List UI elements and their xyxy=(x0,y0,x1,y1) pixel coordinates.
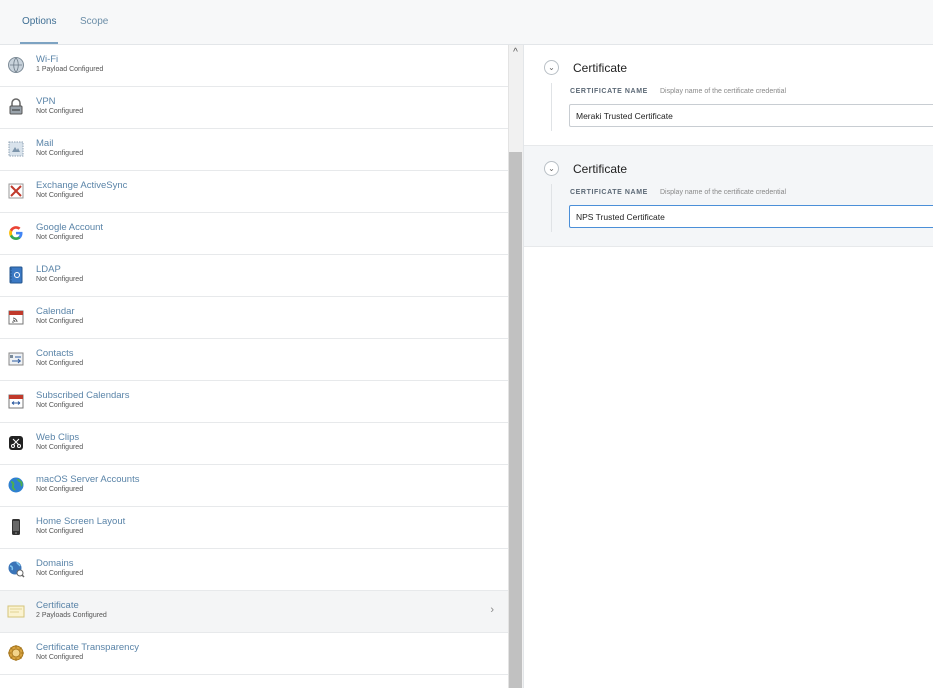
payload-status: Not Configured xyxy=(36,528,84,535)
payload-item-web-clips[interactable]: Web Clips Not Configured xyxy=(0,423,508,465)
payload-list: Wi-Fi 1 Payload Configured VPN Not Confi… xyxy=(0,45,508,688)
chevron-right-icon: › xyxy=(490,604,494,616)
top-tab-bar: Options Scope xyxy=(0,0,933,45)
payload-status: Not Configured xyxy=(36,402,84,409)
payload-item-home-screen-layout[interactable]: Home Screen Layout Not Configured xyxy=(0,507,508,549)
certificate-payload-1: ⌄ Certificate CERTIFICATE NAME Display n… xyxy=(524,45,933,146)
payload-item-domains[interactable]: Domains Not Configured xyxy=(0,549,508,591)
payload-status: Not Configured xyxy=(36,486,84,493)
certificate-name-label: CERTIFICATE NAME xyxy=(570,189,648,196)
payload-status: Not Configured xyxy=(36,444,84,451)
payload-status: Not Configured xyxy=(36,150,84,157)
payload-status: Not Configured xyxy=(36,654,84,661)
mail-stamp-icon xyxy=(7,140,25,158)
payload-item-certificate-transparency[interactable]: Certificate Transparency Not Configured xyxy=(0,633,508,675)
subscribed-calendar-icon xyxy=(7,392,25,410)
tab-scope[interactable]: Scope xyxy=(80,0,108,44)
payload-title: LDAP xyxy=(36,264,61,275)
payload-connector-line xyxy=(551,83,552,131)
payload-status: Not Configured xyxy=(36,570,84,577)
certificate-name-hint: Display name of the certificate credenti… xyxy=(660,189,787,196)
payload-connector-line xyxy=(551,184,552,232)
calendar-icon xyxy=(7,308,25,326)
payload-title: Mail xyxy=(36,138,54,149)
certificate-heading: Certificate xyxy=(573,61,628,75)
payload-status: Not Configured xyxy=(36,192,84,199)
payload-title: VPN xyxy=(36,96,56,107)
collapse-chevron-icon[interactable]: ⌄ xyxy=(544,60,559,75)
certificate-name-input[interactable] xyxy=(569,104,933,127)
active-tab-indicator xyxy=(20,42,59,44)
payload-item-mail[interactable]: Mail Not Configured xyxy=(0,129,508,171)
payload-item-contacts[interactable]: Contacts Not Configured xyxy=(0,339,508,381)
contacts-icon xyxy=(7,350,25,368)
google-icon xyxy=(7,224,25,242)
payload-title: Domains xyxy=(36,558,74,569)
scroll-up-arrow-icon[interactable]: ^ xyxy=(509,46,522,60)
payload-title: Web Clips xyxy=(36,432,80,443)
certificate-name-label: CERTIFICATE NAME xyxy=(570,88,648,95)
web-clips-icon xyxy=(7,434,25,452)
payload-status: 2 Payloads Configured xyxy=(36,612,107,619)
payload-title: Certificate Transparency xyxy=(36,642,139,653)
payload-title: Subscribed Calendars xyxy=(36,390,130,401)
wifi-globe-icon xyxy=(7,56,25,74)
payload-item-google-account[interactable]: Google Account Not Configured xyxy=(0,213,508,255)
tab-options-label: Options xyxy=(22,16,57,27)
payload-item-subscribed-calendars[interactable]: Subscribed Calendars Not Configured xyxy=(0,381,508,423)
list-scrollbar-thumb[interactable] xyxy=(509,152,522,688)
payload-item-ldap[interactable]: LDAP Not Configured xyxy=(0,255,508,297)
vpn-lock-icon xyxy=(7,98,25,116)
payload-title: Home Screen Layout xyxy=(36,516,126,527)
payload-title: macOS Server Accounts xyxy=(36,474,140,485)
payload-status: Not Configured xyxy=(36,234,84,241)
tab-options[interactable]: Options xyxy=(20,0,59,44)
collapse-chevron-icon[interactable]: ⌄ xyxy=(544,161,559,176)
payload-status: Not Configured xyxy=(36,360,84,367)
payload-status: Not Configured xyxy=(36,276,84,283)
payload-item-calendar[interactable]: Calendar Not Configured xyxy=(0,297,508,339)
payload-item-wifi[interactable]: Wi-Fi 1 Payload Configured xyxy=(0,45,508,87)
payload-title: Wi-Fi xyxy=(36,54,59,65)
payload-status: Not Configured xyxy=(36,318,84,325)
gear-badge-icon xyxy=(7,644,25,662)
domains-globe-icon xyxy=(7,560,25,578)
phone-icon xyxy=(7,518,25,536)
payload-title: Contacts xyxy=(36,348,74,359)
certificate-name-hint: Display name of the certificate credenti… xyxy=(660,88,787,95)
payload-title: Exchange ActiveSync xyxy=(36,180,128,191)
payload-title: Certificate xyxy=(36,600,79,611)
payload-item-certificate[interactable]: Certificate 2 Payloads Configured › xyxy=(0,591,508,633)
certificate-heading: Certificate xyxy=(573,162,628,176)
ldap-book-icon xyxy=(7,266,25,284)
exchange-icon xyxy=(7,182,25,200)
payload-title: Calendar xyxy=(36,306,75,317)
tab-scope-label: Scope xyxy=(80,16,109,27)
payload-title: Google Account xyxy=(36,222,104,233)
server-globe-icon xyxy=(7,476,25,494)
payload-status: 1 Payload Configured xyxy=(36,66,104,73)
payload-item-exchange-activesync[interactable]: Exchange ActiveSync Not Configured xyxy=(0,171,508,213)
certificate-payload-2: ⌄ Certificate CERTIFICATE NAME Display n… xyxy=(524,146,933,247)
payload-status: Not Configured xyxy=(36,108,84,115)
certificate-name-input[interactable] xyxy=(569,205,933,228)
payload-item-vpn[interactable]: VPN Not Configured xyxy=(0,87,508,129)
certificate-icon xyxy=(7,602,25,620)
certificate-detail-panel: ⌄ Certificate CERTIFICATE NAME Display n… xyxy=(524,45,933,688)
payload-item-macos-server-accounts[interactable]: macOS Server Accounts Not Configured xyxy=(0,465,508,507)
